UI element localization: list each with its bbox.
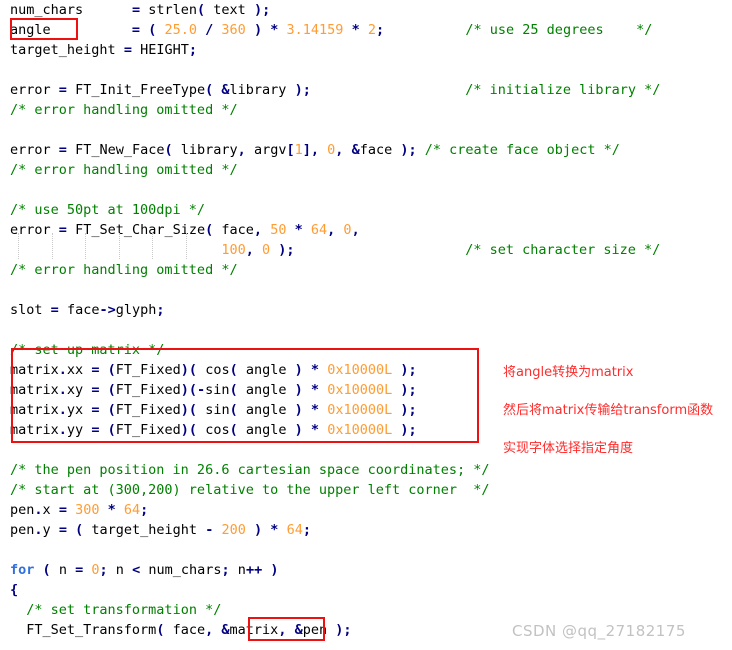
csdn-watermark: CSDN @qq_27182175	[512, 622, 686, 640]
code-line-1[interactable]: angle = ( 25.0 / 360 ) * 3.14159 * 2; /*…	[10, 20, 652, 40]
code-line-29[interactable]: {	[10, 580, 18, 600]
note-rotate-font: 实现字体选择指定角度	[503, 441, 634, 456]
code-line-28[interactable]: for ( n = 0; n < num_chars; n++ )	[10, 560, 278, 580]
code-line-26[interactable]: pen.y = ( target_height - 200 ) * 64;	[10, 520, 311, 540]
code-editor-surface[interactable]: num_chars = strlen( text ); angle = ( 25.…	[0, 0, 732, 650]
code-line-25[interactable]: pen.x = 300 * 64;	[10, 500, 148, 520]
code-line-24[interactable]: /* start at (300,200) relative to the up…	[10, 480, 490, 500]
code-line-0[interactable]: num_chars = strlen( text );	[10, 0, 270, 20]
code-line-2[interactable]: target_height = HEIGHT;	[10, 40, 197, 60]
indent-guide	[185, 233, 188, 259]
indent-guide	[18, 233, 20, 259]
code-line-10[interactable]: /* use 50pt at 100dpi */	[10, 200, 205, 220]
indent-guide	[118, 233, 121, 259]
code-line-7[interactable]: error = FT_New_Face( library, argv[1], 0…	[10, 140, 620, 160]
code-line-18[interactable]: matrix.xx = (FT_Fixed)( cos( angle ) * 0…	[10, 360, 417, 380]
code-line-4[interactable]: error = FT_Init_FreeType( &library ); /*…	[10, 80, 660, 100]
code-line-13[interactable]: /* error handling omitted */	[10, 260, 238, 280]
code-line-8[interactable]: /* error handling omitted */	[10, 160, 238, 180]
code-line-30[interactable]: /* set transformation */	[10, 600, 221, 620]
note-matrix-to-transform: 然后将matrix传输给transform函数	[503, 403, 714, 418]
code-line-15[interactable]: slot = face->glyph;	[10, 300, 165, 320]
code-line-19[interactable]: matrix.xy = (FT_Fixed)(-sin( angle ) * 0…	[10, 380, 417, 400]
code-line-31[interactable]: FT_Set_Transform( face, &matrix, &pen );	[10, 620, 351, 640]
indent-guide	[85, 233, 87, 259]
code-line-17[interactable]: /* set up matrix */	[10, 340, 164, 360]
code-line-21[interactable]: matrix.yy = (FT_Fixed)( cos( angle ) * 0…	[10, 420, 417, 440]
code-line-20[interactable]: matrix.yx = (FT_Fixed)( sin( angle ) * 0…	[10, 400, 417, 420]
code-line-23[interactable]: /* the pen position in 26.6 cartesian sp…	[10, 460, 490, 480]
code-line-5[interactable]: /* error handling omitted */	[10, 100, 238, 120]
indent-guide	[51, 233, 54, 259]
indent-guide	[152, 233, 154, 259]
code-line-12[interactable]: 100, 0 ); /* set character size */	[10, 240, 660, 260]
note-angle-to-matrix: 将angle转换为matrix	[503, 365, 634, 380]
